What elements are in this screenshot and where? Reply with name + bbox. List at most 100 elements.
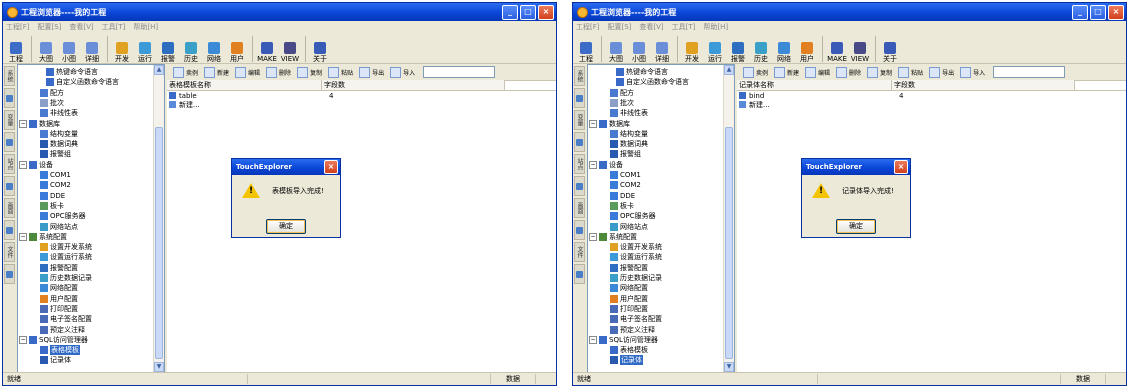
copy-button[interactable]: 复制 xyxy=(867,66,892,78)
new-button[interactable]: 新建 xyxy=(204,66,229,78)
tree-node[interactable]: − 设备 xyxy=(19,160,53,170)
tree-node[interactable]: 网络配置 xyxy=(610,283,648,293)
ok-button[interactable]: 确定 xyxy=(836,219,876,234)
column-header-name[interactable]: 表格模板名称 xyxy=(167,80,322,90)
toolbar-button-view[interactable]: VIEW xyxy=(279,35,301,63)
tree-node[interactable]: 网络配置 xyxy=(40,283,78,293)
toolbar-button-make[interactable]: MAKE xyxy=(256,35,278,63)
edit-button[interactable]: 编辑 xyxy=(235,66,260,78)
tree-node[interactable]: 配方 xyxy=(40,88,64,98)
tree-node[interactable]: 预定义注释 xyxy=(40,325,85,335)
tree-node[interactable]: 数据词典 xyxy=(40,139,78,149)
tree-expander[interactable]: − xyxy=(589,232,597,241)
toolbar-button-run[interactable]: 运行 xyxy=(704,35,726,63)
scroll-thumb[interactable] xyxy=(155,127,163,359)
tree-node[interactable]: COM1 xyxy=(40,170,71,180)
menu-item[interactable]: 查看[V] xyxy=(639,22,663,32)
sidebar-tab-icon-button[interactable] xyxy=(4,132,15,152)
sidebar-tab[interactable]: 站点 xyxy=(574,154,585,174)
maximize-button[interactable]: □ xyxy=(1090,4,1106,20)
tree-node[interactable]: DDE xyxy=(610,191,635,201)
sidebar-tab[interactable]: 文件 xyxy=(4,242,15,262)
scroll-down-icon[interactable]: ▼ xyxy=(154,362,164,372)
tree-expander[interactable]: − xyxy=(589,335,597,344)
tree-node[interactable]: 非线性表 xyxy=(610,108,648,118)
toolbar-button-make[interactable]: MAKE xyxy=(826,35,848,63)
tree-node[interactable]: 表格模板 xyxy=(610,345,648,355)
close-button[interactable]: × xyxy=(1108,4,1124,20)
toolbar-button-smalls-icon[interactable]: 小图 xyxy=(58,35,80,63)
copy-button[interactable]: 复制 xyxy=(297,66,322,78)
sidebar-tab[interactable]: 系统 xyxy=(574,66,585,86)
edit-button[interactable]: 编辑 xyxy=(805,66,830,78)
menu-item[interactable]: 工具[T] xyxy=(102,22,126,32)
sidebar-tab-icon-button[interactable] xyxy=(574,264,585,284)
tree-node[interactable]: 结构变量 xyxy=(610,129,648,139)
example-button[interactable]: 卖例 xyxy=(743,66,768,78)
tree-node[interactable]: − SQL访问管理器 xyxy=(589,335,658,345)
sidebar-tab-icon-button[interactable] xyxy=(4,88,15,108)
tree-node[interactable]: − 系统配置 xyxy=(19,232,67,242)
tree-node[interactable]: 报警组 xyxy=(610,149,641,159)
tree-node[interactable]: 用户配置 xyxy=(610,294,648,304)
sidebar-tab[interactable]: 站点 xyxy=(4,154,15,174)
menu-item[interactable]: 配置[S] xyxy=(38,22,62,32)
search-input[interactable] xyxy=(423,66,496,78)
tree-node[interactable]: − 系统配置 xyxy=(589,232,637,242)
search-input[interactable] xyxy=(993,66,1066,78)
menu-item[interactable]: 配置[S] xyxy=(608,22,632,32)
tree-node[interactable]: 自定义函数命令语言 xyxy=(46,77,119,87)
tree-node[interactable]: 表格模板 xyxy=(40,345,80,356)
toolbar-button-larges-icon[interactable]: 大图 xyxy=(605,35,627,63)
sidebar-tab[interactable]: 变量 xyxy=(574,110,585,130)
tree-expander[interactable]: − xyxy=(19,335,27,344)
tree-node[interactable]: 用户配置 xyxy=(40,294,78,304)
tree-scrollbar[interactable]: ▲ ▼ xyxy=(723,65,734,372)
tree-node[interactable]: 数据词典 xyxy=(610,139,648,149)
import-button[interactable]: 导入 xyxy=(960,66,985,78)
tree-expander[interactable]: − xyxy=(19,232,27,241)
sidebar-tab-icon-button[interactable] xyxy=(4,220,15,240)
tree-node[interactable]: 批次 xyxy=(610,98,634,108)
tree-node[interactable]: COM2 xyxy=(40,180,71,190)
toolbar-button-details[interactable]: 详细 xyxy=(651,35,673,63)
column-header-count[interactable]: 字段数 xyxy=(322,80,505,90)
tree-node[interactable]: 自定义函数命令语言 xyxy=(616,77,689,87)
toolbar-button-run[interactable]: 运行 xyxy=(134,35,156,63)
tree-expander[interactable]: − xyxy=(589,160,597,169)
tree-node[interactable]: COM2 xyxy=(610,180,641,190)
table-row[interactable]: 新建... xyxy=(737,100,1126,109)
tree-scrollbar[interactable]: ▲ ▼ xyxy=(153,65,164,372)
tree-node[interactable]: 热键命令语言 xyxy=(46,67,98,77)
tree-node[interactable]: 报警组 xyxy=(40,149,71,159)
menu-item[interactable]: 工具[T] xyxy=(672,22,696,32)
toolbar-button-history[interactable]: 历史 xyxy=(180,35,202,63)
tree-node[interactable]: OPC服务器 xyxy=(40,211,86,221)
menu-item[interactable]: 帮助[H] xyxy=(703,22,728,32)
tree-node[interactable]: 热键命令语言 xyxy=(616,67,668,77)
column-header-name[interactable]: 记录体名称 xyxy=(737,80,892,90)
tree-node[interactable]: 结构变量 xyxy=(40,129,78,139)
tree-node[interactable]: 网络站点 xyxy=(40,222,78,232)
sidebar-tab[interactable]: 文件 xyxy=(574,242,585,262)
toolbar-button-about[interactable]: 关于 xyxy=(309,35,331,63)
tree-expander[interactable]: − xyxy=(589,119,597,128)
dialog-close-button[interactable]: × xyxy=(894,160,908,174)
scroll-down-icon[interactable]: ▼ xyxy=(724,362,734,372)
example-button[interactable]: 卖例 xyxy=(173,66,198,78)
delete-button[interactable]: 删除 xyxy=(266,66,291,78)
tree-node[interactable]: 报警配置 xyxy=(40,263,78,273)
close-button[interactable]: × xyxy=(538,4,554,20)
dialog-close-button[interactable]: × xyxy=(324,160,338,174)
scroll-thumb[interactable] xyxy=(725,127,733,359)
tree-node[interactable]: 记录体 xyxy=(40,355,71,365)
tree-node[interactable]: 非线性表 xyxy=(40,108,78,118)
menu-item[interactable]: 工程[F] xyxy=(6,22,30,32)
tree-node[interactable]: 历史数据记录 xyxy=(610,273,662,283)
toolbar-button-details[interactable]: 详细 xyxy=(81,35,103,63)
menu-item[interactable]: 帮助[H] xyxy=(133,22,158,32)
tree-node[interactable]: 设置运行系统 xyxy=(40,252,92,262)
tree-node[interactable]: OPC服务器 xyxy=(610,211,656,221)
tree-expander[interactable]: − xyxy=(19,119,27,128)
import-button[interactable]: 导入 xyxy=(390,66,415,78)
